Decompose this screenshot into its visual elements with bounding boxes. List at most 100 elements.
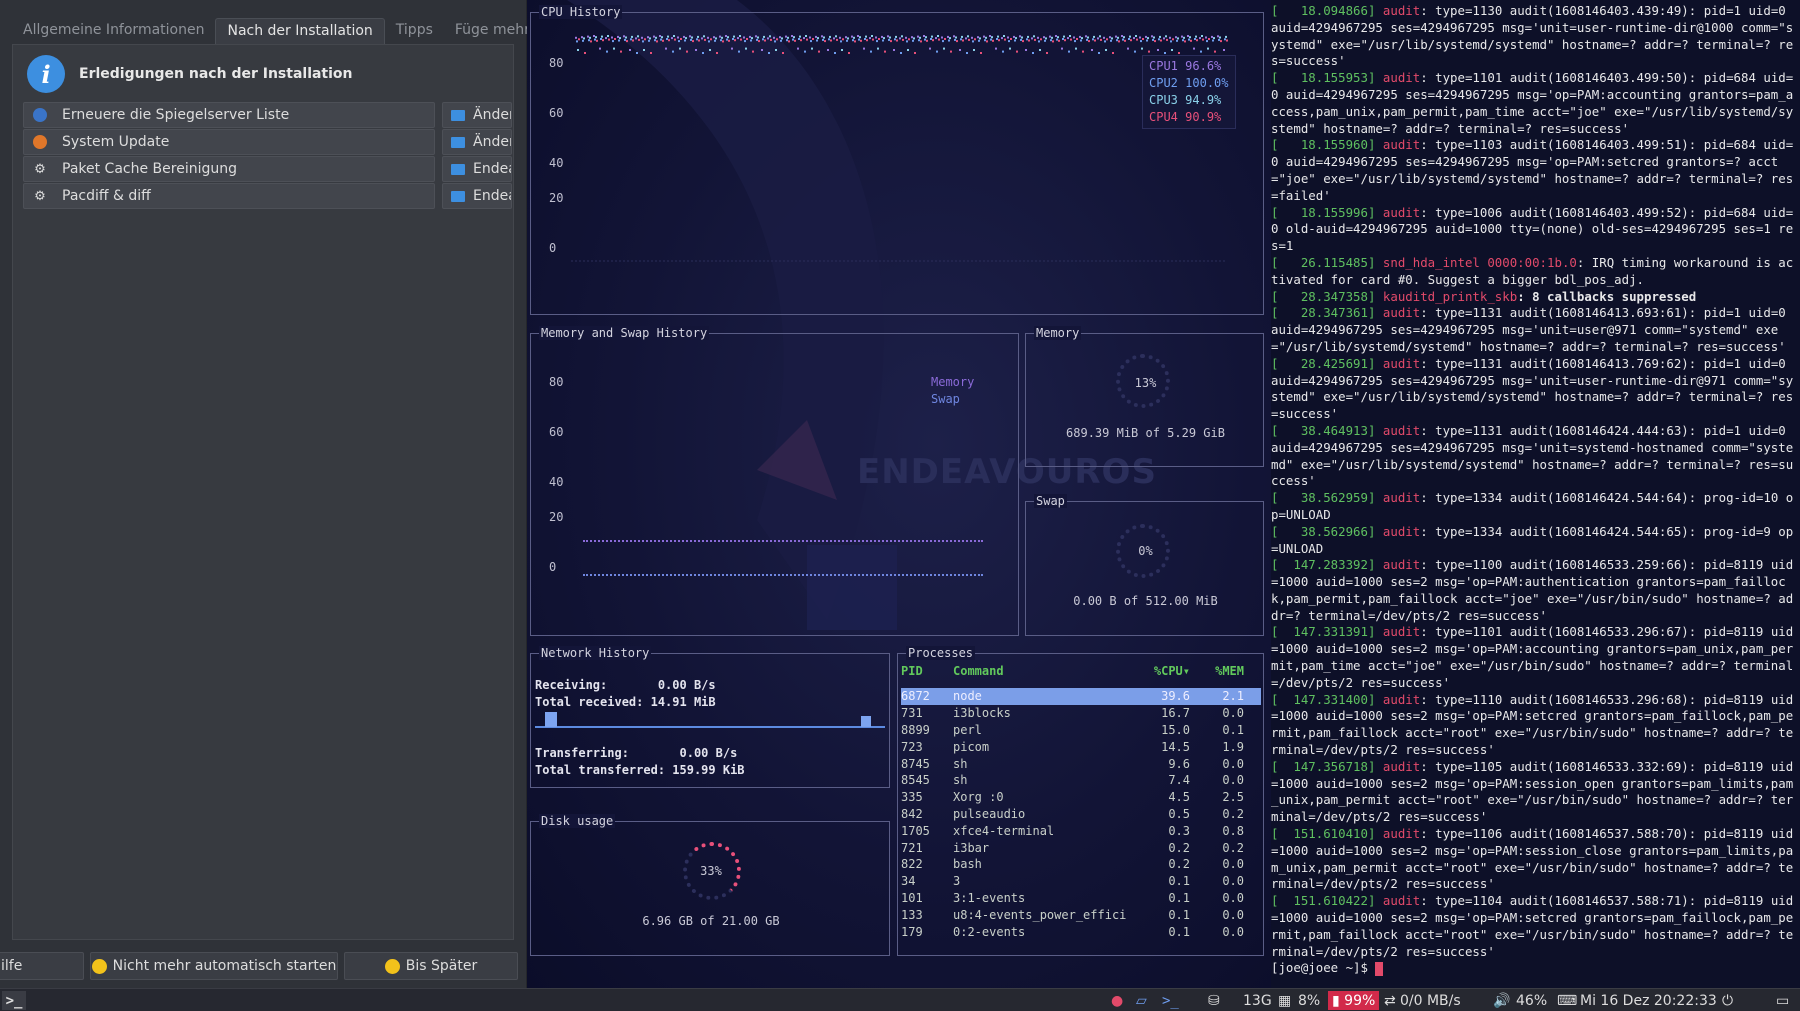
folder-icon[interactable]: ▱	[1136, 991, 1147, 1010]
cpu-usage: 8%	[1298, 992, 1321, 1009]
col-cpu[interactable]: %CPU▾	[1128, 664, 1190, 682]
volume-level[interactable]: 46%	[1516, 991, 1547, 1010]
process-row[interactable]: 6872 node 39.6 2.1	[901, 688, 1261, 705]
cpu-sample	[1050, 39, 1052, 42]
cpu-sample	[960, 38, 962, 41]
cpu-sample	[767, 37, 769, 40]
later-button[interactable]: Bis Später	[344, 952, 518, 980]
cpu-sample	[859, 36, 861, 39]
cpu-sample	[799, 35, 801, 38]
notification-icon[interactable]: ▭	[1776, 991, 1789, 1010]
process-mem: 0.2	[1222, 840, 1244, 855]
terminal-line: [ 18.155960] audit: type=1103 audit(1608…	[1271, 137, 1794, 204]
log-source: audit	[1382, 523, 1421, 539]
cpu-sample	[829, 35, 831, 38]
process-row[interactable]: 822 bash 0.2 0.0	[901, 856, 1261, 873]
terminal-line: [ 18.094866] audit: type=1130 audit(1608…	[1271, 3, 1794, 70]
cpu-sample	[655, 36, 657, 39]
process-row[interactable]: 723 picom 14.5 1.9	[901, 738, 1261, 755]
process-row[interactable]: 1705 xfce4-terminal 0.3 0.8	[901, 822, 1261, 839]
tab-general-info[interactable]: Allgemeine Informationen	[12, 18, 215, 44]
process-row[interactable]: 731 i3blocks 16.7 0.0	[901, 705, 1261, 722]
cpu-sample	[908, 38, 910, 41]
cpu-sample	[613, 47, 615, 50]
cpu-sample	[1003, 35, 1005, 37]
cpu-sample	[1177, 37, 1179, 40]
cpu-sample	[918, 39, 920, 42]
mirrors-side-button[interactable]: Änder	[442, 102, 512, 128]
cpu-sample	[866, 39, 868, 42]
cpu-sample	[779, 36, 781, 39]
process-row[interactable]: 179 0:2-events 0.1 0.0	[901, 923, 1261, 940]
help-button[interactable]: ilfe	[0, 952, 84, 980]
system-update-button[interactable]: System Update	[23, 129, 435, 155]
process-row[interactable]: 842 pulseaudio 0.5 0.2	[901, 806, 1261, 823]
no-autostart-button[interactable]: Nicht mehr automatisch starten	[90, 952, 338, 980]
battery-icon: ▮	[1332, 992, 1340, 1009]
update-side-button[interactable]: Änder	[442, 129, 512, 155]
pacdiff-button[interactable]: ⚙ Pacdiff & diff	[23, 183, 435, 209]
action-label: Paket Cache Bereinigung	[62, 161, 237, 177]
cpu-sample	[1009, 47, 1011, 50]
process-command: picom	[953, 739, 990, 754]
cpu-sample	[758, 40, 760, 43]
cpu-sample	[1068, 50, 1070, 53]
cpu-sample	[671, 37, 673, 40]
cpu-sample	[1098, 52, 1100, 54]
panel-title: Processes	[906, 646, 976, 660]
col-mem[interactable]: %MEM	[1190, 664, 1244, 682]
package-cache-button[interactable]: ⚙ Paket Cache Bereinigung	[23, 156, 435, 182]
terminal-prompt-line[interactable]: [joe@joee ~]$	[1271, 960, 1794, 977]
process-row[interactable]: 8899 perl 15.0 0.1	[901, 722, 1261, 739]
terminal-line: [ 38.562966] audit: type=1334 audit(1608…	[1271, 524, 1794, 558]
memory-swap-history-panel: Memory and Swap History 80 60 40 20 0 Me…	[530, 326, 1019, 636]
tab-after-install[interactable]: Nach der Installation	[215, 18, 385, 44]
update-mirrors-button[interactable]: Erneuere die Spiegelserver Liste	[23, 102, 435, 128]
volume-icon[interactable]: 🔊	[1493, 991, 1510, 1010]
tab-tips[interactable]: Tipps	[385, 18, 444, 44]
cpu-sample	[1109, 36, 1111, 39]
cpu-sample	[1208, 38, 1210, 40]
cpu-sample	[691, 36, 693, 39]
cpu-sample	[695, 49, 697, 51]
cpu-sample	[680, 38, 682, 40]
panel-title: CPU History	[539, 5, 623, 19]
cpu-sample	[704, 38, 706, 41]
cache-side-button[interactable]: Endea	[442, 156, 512, 182]
endeavour-icon[interactable]: ●	[1111, 991, 1123, 1010]
terminal-icon[interactable]: >_	[1162, 991, 1179, 1010]
cpu-sample	[997, 35, 999, 38]
power-icon[interactable]: ⏻	[1722, 991, 1733, 1010]
process-row[interactable]: 8545 sh 7.4 0.0	[901, 772, 1261, 789]
cpu-sample	[809, 36, 811, 39]
cpu-sample	[900, 52, 902, 54]
cpu-sample	[595, 36, 597, 39]
log-source: audit	[1382, 204, 1421, 220]
process-row[interactable]: 721 i3bar 0.2 0.2	[901, 839, 1261, 856]
cpu-sample	[578, 38, 580, 41]
cpu-sample	[746, 38, 748, 40]
pacdiff-side-button[interactable]: Endea	[442, 183, 512, 209]
process-row[interactable]: 8745 sh 9.6 0.0	[901, 755, 1261, 772]
monitor-icon	[451, 136, 465, 148]
cpu-sample	[1026, 38, 1028, 41]
action-row: System Update Änder	[23, 129, 512, 155]
terminal[interactable]: [ 18.094866] audit: type=1130 audit(1608…	[1271, 0, 1800, 988]
process-row[interactable]: 34 3 0.1 0.0	[901, 873, 1261, 890]
cpu-sample	[896, 39, 898, 42]
cpu-sample	[890, 40, 892, 43]
clock[interactable]: Mi 16 Dez 20:22:33	[1580, 991, 1717, 1010]
section-header: i Erledigungen nach der Installation	[27, 55, 353, 93]
cpu-sample	[851, 35, 853, 38]
col-pid[interactable]: PID	[901, 664, 953, 682]
terminal-line: [ 147.331400] audit: type=1110 audit(160…	[1271, 692, 1794, 759]
terminal-launcher-icon[interactable]: >_	[2, 991, 26, 1010]
cpu-sample	[618, 39, 620, 42]
cpu-sample	[1105, 49, 1107, 51]
process-row[interactable]: 101 3:1-events 0.1 0.0	[901, 890, 1261, 907]
col-command[interactable]: Command	[953, 664, 1128, 682]
cpu-sample	[1033, 35, 1035, 38]
cpu-sample	[1220, 40, 1222, 43]
process-row[interactable]: 335 Xorg :0 4.5 2.5	[901, 789, 1261, 806]
process-row[interactable]: 133 u8:4-events_power_effici 0.1 0.0	[901, 906, 1261, 923]
